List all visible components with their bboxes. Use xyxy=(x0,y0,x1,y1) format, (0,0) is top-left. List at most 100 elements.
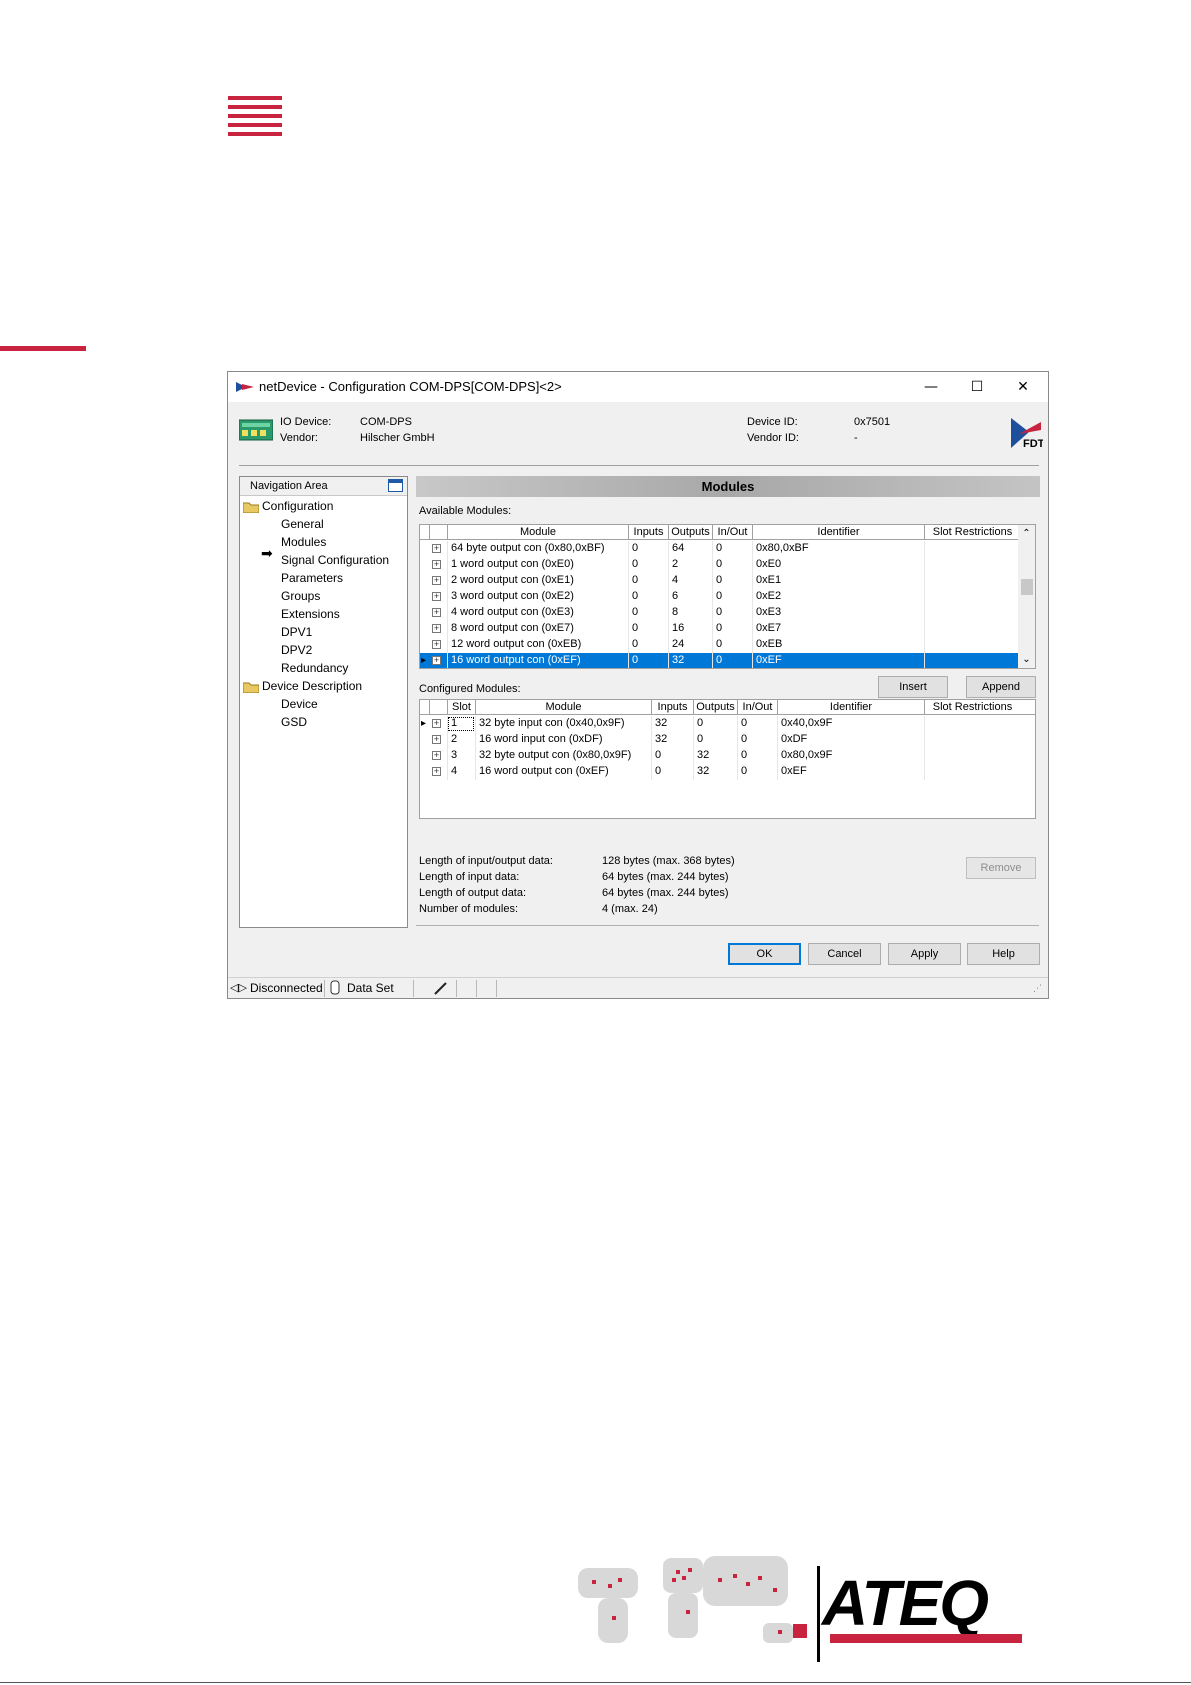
cancel-button[interactable]: Cancel xyxy=(808,943,881,965)
column-header[interactable]: In/Out xyxy=(737,700,777,714)
minimize-button[interactable]: — xyxy=(908,372,954,402)
expand-icon[interactable]: + xyxy=(432,576,441,585)
outputs-cell: 6 xyxy=(668,589,712,605)
module-cell: 8 word output con (0xE7) xyxy=(447,621,628,637)
ateq-logo: ATEQ xyxy=(822,1567,989,1639)
column-header[interactable]: Slot Restrictions xyxy=(924,700,1020,714)
stat-value: 64 bytes (max. 244 bytes) xyxy=(602,871,729,883)
help-button[interactable]: Help xyxy=(967,943,1040,965)
nav-item-configuration[interactable]: Configuration xyxy=(262,499,333,513)
column-header[interactable]: Slot Restrictions xyxy=(924,525,1020,539)
expand-icon[interactable]: + xyxy=(432,560,441,569)
inputs-cell: 32 xyxy=(651,732,693,748)
nav-item-gsd[interactable]: GSD xyxy=(281,715,307,729)
identifier-cell: 0xE7 xyxy=(752,621,924,637)
scrollbar-thumb[interactable] xyxy=(1021,579,1033,595)
table-row[interactable]: + 4 word output con (0xE3) 0 8 0 0xE3 xyxy=(420,605,1020,621)
expand-icon[interactable]: + xyxy=(432,751,441,760)
column-header[interactable]: Module xyxy=(447,525,628,539)
outputs-cell: 32 xyxy=(668,653,712,668)
remove-button[interactable]: Remove xyxy=(966,857,1036,879)
expand-icon[interactable]: + xyxy=(432,735,441,744)
table-row[interactable]: + 3 32 byte output con (0x80,0x9F) 0 32 … xyxy=(420,748,1035,764)
close-button[interactable]: ✕ xyxy=(1000,372,1046,402)
nav-item-device[interactable]: Device xyxy=(281,697,318,711)
window-title: netDevice - Configuration COM-DPS[COM-DP… xyxy=(259,379,562,394)
column-header[interactable]: Inputs xyxy=(628,525,668,539)
apply-button[interactable]: Apply xyxy=(888,943,961,965)
column-header[interactable]: Inputs xyxy=(651,700,693,714)
column-header[interactable]: Outputs xyxy=(693,700,737,714)
ok-button[interactable]: OK xyxy=(728,943,801,965)
brand-dot xyxy=(793,1624,807,1638)
column-header[interactable]: Slot xyxy=(447,700,475,714)
outputs-cell: 24 xyxy=(668,637,712,653)
page-title: Modules xyxy=(416,476,1040,497)
available-scrollbar[interactable]: ⌃ ⌄ xyxy=(1018,525,1035,668)
module-cell: 16 word output con (0xEF) xyxy=(475,764,651,780)
expand-icon[interactable]: + xyxy=(432,656,441,665)
table-row-selected[interactable]: ▸ + 16 word output con (0xEF) 0 32 0 0xE… xyxy=(420,653,1020,668)
inout-cell: 0 xyxy=(737,748,777,764)
outputs-cell: 8 xyxy=(668,605,712,621)
expand-icon[interactable]: + xyxy=(432,624,441,633)
slot-restrictions-cell xyxy=(924,605,1020,621)
table-row[interactable]: + 3 word output con (0xE2) 0 6 0 0xE2 xyxy=(420,589,1020,605)
stat-label: Length of output data: xyxy=(419,887,527,899)
nav-item-groups[interactable]: Groups xyxy=(281,589,320,603)
expand-icon[interactable]: + xyxy=(432,640,441,649)
module-cell: 3 word output con (0xE2) xyxy=(447,589,628,605)
disconnected-icon: ◁▷ xyxy=(230,981,247,994)
nav-item-parameters[interactable]: Parameters xyxy=(281,571,343,585)
stat-value: 64 bytes (max. 244 bytes) xyxy=(602,887,729,899)
append-button[interactable]: Append xyxy=(966,676,1036,698)
maximize-button[interactable]: ☐ xyxy=(954,372,1000,402)
identifier-cell: 0xE2 xyxy=(752,589,924,605)
slot-restrictions-cell xyxy=(924,764,1020,780)
insert-button[interactable]: Insert xyxy=(878,676,948,698)
page-bottom-rule xyxy=(0,1682,1191,1683)
nav-item-signal-configuration[interactable]: Signal Configuration xyxy=(281,553,389,567)
expand-icon[interactable]: + xyxy=(432,608,441,617)
expand-icon[interactable]: + xyxy=(432,767,441,776)
expand-icon[interactable]: + xyxy=(432,544,441,553)
nav-item-dpv1[interactable]: DPV1 xyxy=(281,625,312,639)
table-row[interactable]: + 4 16 word output con (0xEF) 0 32 0 0xE… xyxy=(420,764,1035,780)
identifier-cell: 0xDF xyxy=(777,732,924,748)
scroll-down-icon[interactable]: ⌄ xyxy=(1018,651,1035,668)
available-modules-label: Available Modules: xyxy=(419,505,512,517)
status-bar: ◁▷ Disconnected Data Set ⋰ xyxy=(228,977,1048,998)
window-toggle-icon[interactable] xyxy=(388,479,403,492)
table-row[interactable]: + 8 word output con (0xE7) 0 16 0 0xE7 xyxy=(420,621,1020,637)
inout-cell: 0 xyxy=(712,557,752,573)
slot-restrictions-cell xyxy=(924,732,1020,748)
nav-item-device-description[interactable]: Device Description xyxy=(262,679,362,693)
nav-item-modules[interactable]: Modules xyxy=(281,535,326,549)
title-bar[interactable]: netDevice - Configuration COM-DPS[COM-DP… xyxy=(228,372,1048,402)
scroll-up-icon[interactable]: ⌃ xyxy=(1018,525,1035,542)
table-row[interactable]: + 2 word output con (0xE1) 0 4 0 0xE1 xyxy=(420,573,1020,589)
column-header[interactable]: Module xyxy=(475,700,651,714)
table-row[interactable]: ▸ + 1 32 byte input con (0x40,0x9F) 32 0… xyxy=(420,716,1035,732)
resize-grip-icon[interactable]: ⋰ xyxy=(1033,984,1042,994)
expand-icon[interactable]: + xyxy=(432,719,441,728)
inout-cell: 0 xyxy=(712,541,752,557)
table-row[interactable]: + 12 word output con (0xEB) 0 24 0 0xEB xyxy=(420,637,1020,653)
nav-item-redundancy[interactable]: Redundancy xyxy=(281,661,348,675)
column-header[interactable]: Outputs xyxy=(668,525,712,539)
io-device-value: COM-DPS xyxy=(360,416,412,428)
column-header[interactable]: Identifier xyxy=(777,700,924,714)
header-separator xyxy=(239,465,1039,466)
table-row[interactable]: + 64 byte output con (0x80,0xBF) 0 64 0 … xyxy=(420,541,1020,557)
table-row[interactable]: + 1 word output con (0xE0) 0 2 0 0xE0 xyxy=(420,557,1020,573)
nav-item-extensions[interactable]: Extensions xyxy=(281,607,340,621)
stat-label: Number of modules: xyxy=(419,903,519,915)
slot-restrictions-cell xyxy=(924,621,1020,637)
configured-modules-table: Slot Module Inputs Outputs In/Out Identi… xyxy=(419,699,1036,819)
expand-icon[interactable]: + xyxy=(432,592,441,601)
column-header[interactable]: Identifier xyxy=(752,525,924,539)
nav-item-general[interactable]: General xyxy=(281,517,324,531)
nav-item-dpv2[interactable]: DPV2 xyxy=(281,643,312,657)
table-row[interactable]: + 2 16 word input con (0xDF) 32 0 0 0xDF xyxy=(420,732,1035,748)
column-header[interactable]: In/Out xyxy=(712,525,752,539)
